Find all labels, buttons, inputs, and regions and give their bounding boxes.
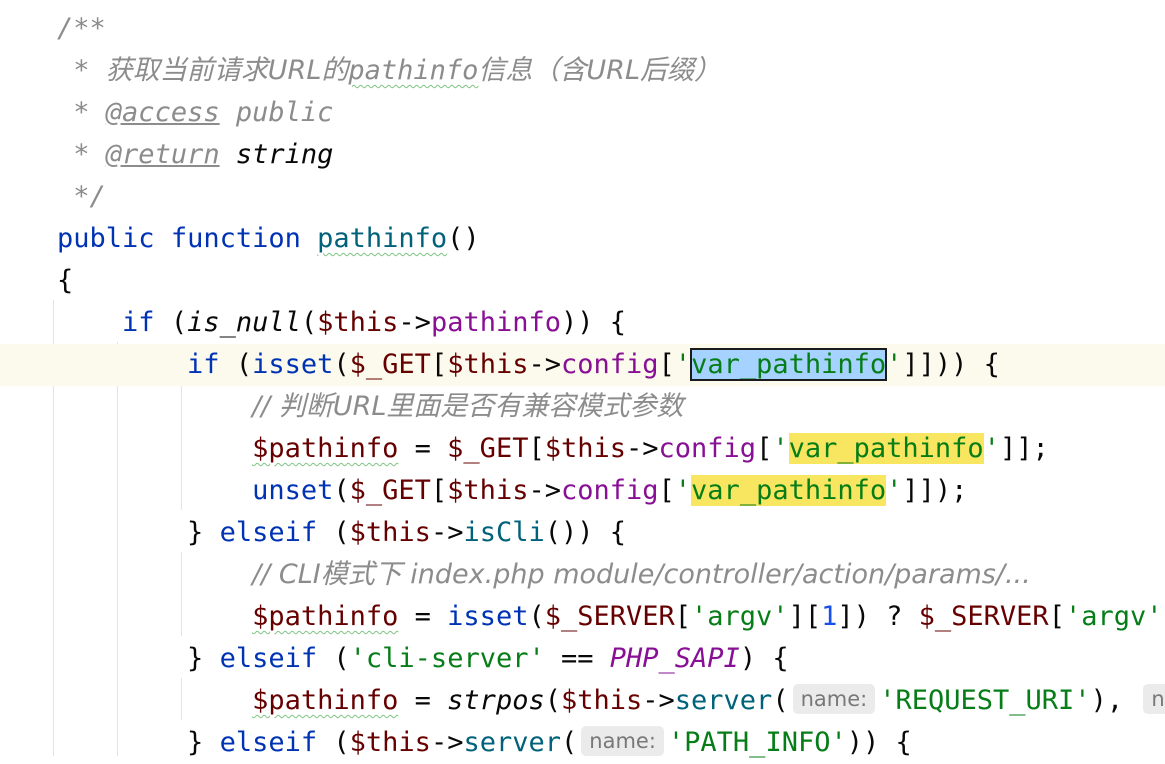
code-line[interactable]: */ bbox=[0, 176, 1165, 218]
code-line[interactable]: $pathinfo = $_GET[$this->config['var_pat… bbox=[0, 428, 1165, 470]
code-line[interactable]: * 获取当前请求URL的pathinfo信息（含URL后缀） bbox=[0, 50, 1165, 92]
code-line-current[interactable]: if (isset($_GET[$this->config['var_pathi… bbox=[0, 344, 1165, 386]
code-line[interactable]: * @return string bbox=[0, 134, 1165, 176]
code-line[interactable]: $pathinfo = strpos($this->server(name: 'R… bbox=[0, 680, 1165, 722]
code-line[interactable]: // CLI模式下 index.php module/controller/ac… bbox=[0, 554, 1165, 596]
code-line[interactable]: // 判断URL里面是否有兼容模式参数 bbox=[0, 386, 1165, 428]
parameter-hint: name: bbox=[792, 684, 876, 714]
code-line[interactable]: if (is_null($this->pathinfo)) { bbox=[0, 302, 1165, 344]
code-line[interactable]: } elseif ('cli-server' == PHP_SAPI) { bbox=[0, 638, 1165, 680]
code-line[interactable]: /** bbox=[0, 8, 1165, 50]
occurrence-highlight: var_pathinfo bbox=[788, 433, 984, 464]
code-line[interactable]: public function pathinfo() bbox=[0, 218, 1165, 260]
code-line[interactable]: } elseif ($this->isCli()) { bbox=[0, 512, 1165, 554]
parameter-hint: ne bbox=[1143, 684, 1165, 714]
occurrence-highlight: var_pathinfo bbox=[691, 475, 887, 506]
code-line[interactable]: $pathinfo = isset($_SERVER['argv'][1]) ?… bbox=[0, 596, 1165, 638]
code-line[interactable]: unset($_GET[$this->config['var_pathinfo'… bbox=[0, 470, 1165, 512]
code-line[interactable]: * @access public bbox=[0, 92, 1165, 134]
parameter-hint: name: bbox=[581, 726, 664, 756]
code-editor[interactable]: /** * 获取当前请求URL的pathinfo信息（含URL后缀） * @ac… bbox=[0, 0, 1165, 758]
code-line[interactable]: { bbox=[0, 260, 1165, 302]
selected-text[interactable]: var_pathinfo bbox=[690, 348, 888, 381]
code-line[interactable]: } elseif ($this->server(name: 'PATH_INFO'… bbox=[0, 722, 1165, 764]
